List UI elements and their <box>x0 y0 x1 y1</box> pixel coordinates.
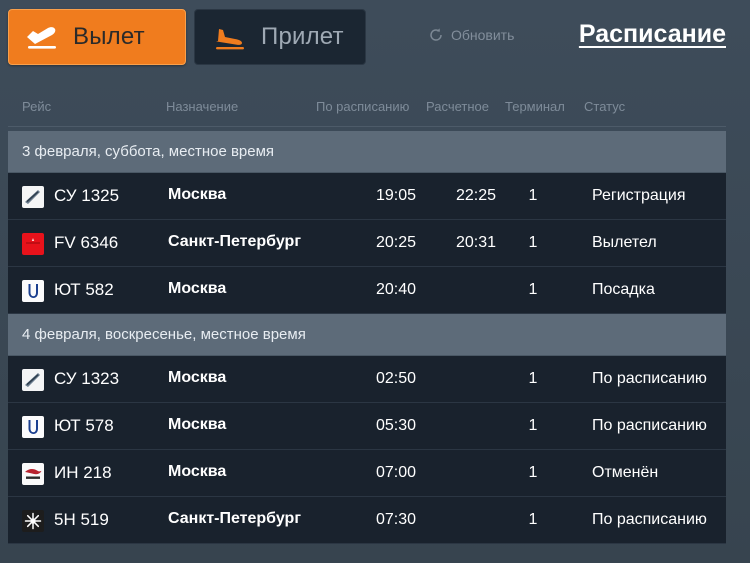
rossiya-logo <box>22 233 44 255</box>
date-group-label: 3 февраля, суббота, местное время <box>22 143 275 160</box>
column-header-flight: Рейс <box>22 99 52 114</box>
plane-arrival-icon <box>216 29 244 50</box>
flight-number: СУ 1323 <box>54 369 120 388</box>
flight-destination: Москва <box>168 280 227 297</box>
refresh-label: Обновить <box>451 27 515 43</box>
flight-scheduled-time: 05:30 <box>375 417 416 434</box>
flight-status: По расписанию <box>592 370 707 387</box>
flight-terminal: 1 <box>528 281 538 298</box>
column-header-scheduled: По расписанию <box>316 99 410 114</box>
flight-destination: Санкт-Петербург <box>168 510 301 527</box>
flight-terminal: 1 <box>528 234 538 251</box>
flight-status: Отменён <box>592 464 659 481</box>
column-header-estimated: Расчетное <box>426 99 489 114</box>
table-row[interactable]: СУ 1323 Москва 02:50 1 По расписанию <box>8 356 726 403</box>
column-headers: Рейс Назначение По расписанию Расчетное … <box>8 96 726 127</box>
tab-departures[interactable]: Вылет <box>8 9 186 65</box>
flight-terminal: 1 <box>528 370 538 387</box>
flight-status: По расписанию <box>592 417 707 434</box>
flight-terminal: 1 <box>528 511 538 528</box>
flight-destination: Москва <box>168 416 227 433</box>
table-row[interactable]: ИН 218 Москва 07:00 1 Отменён <box>8 450 726 497</box>
table-row[interactable]: ЮТ 582 Москва 20:40 1 Посадка <box>8 267 726 314</box>
table-row[interactable]: СУ 1325 Москва 19:05 22:25 1 Регистрация <box>8 173 726 220</box>
flight-table: 3 февраля, суббота, местное время СУ 1325… <box>8 131 726 544</box>
flight-number: ЮТ 578 <box>54 416 114 435</box>
flight-status: Регистрация <box>592 187 686 204</box>
table-row[interactable]: FV 6346 Санкт-Петербург 20:25 20:31 1 Вылетел <box>8 220 726 267</box>
table-row[interactable]: 5Н 519 Санкт-Петербург 07:30 1 По расписанию <box>8 497 726 544</box>
nordavia-logo <box>22 510 44 532</box>
flight-terminal: 1 <box>528 187 538 204</box>
schedule-link[interactable]: Расписание <box>579 20 726 49</box>
column-header-status: Статус <box>584 99 626 114</box>
flight-estimated-time: 20:31 <box>455 234 496 251</box>
refresh-button[interactable]: Обновить <box>428 27 514 43</box>
flight-destination: Москва <box>168 186 227 203</box>
flight-number: СУ 1325 <box>54 186 120 205</box>
date-group-header: 3 февраля, суббота, местное время <box>8 131 726 173</box>
flight-number: ИН 218 <box>54 463 112 482</box>
flight-number: 5Н 519 <box>54 510 109 529</box>
date-group-label: 4 февраля, воскресенье, местное время <box>22 326 306 343</box>
table-row[interactable]: ЮТ 578 Москва 05:30 1 По расписанию <box>8 403 726 450</box>
column-header-terminal: Терминал <box>505 99 565 114</box>
column-header-destination: Назначение <box>166 99 239 114</box>
flight-terminal: 1 <box>528 417 538 434</box>
aeroflot-logo <box>22 186 44 208</box>
flight-status: Посадка <box>592 281 655 298</box>
flight-scheduled-time: 19:05 <box>375 187 416 204</box>
plane-departure-icon <box>27 27 56 49</box>
flight-scheduled-time: 20:40 <box>375 281 416 298</box>
date-group-header: 4 февраля, воскресенье, местное время <box>8 314 726 356</box>
refresh-icon <box>430 28 442 41</box>
flight-number: ЮТ 582 <box>54 280 114 299</box>
flight-destination: Санкт-Петербург <box>168 233 301 250</box>
flight-destination: Москва <box>168 463 227 480</box>
flight-terminal: 1 <box>528 464 538 481</box>
utair-logo <box>22 416 44 438</box>
flight-status: Вылетел <box>592 234 657 251</box>
flight-estimated-time: 22:25 <box>455 187 496 204</box>
tab-arrivals[interactable]: Прилет <box>194 9 366 65</box>
tab-arrivals-label: Прилет <box>261 23 344 50</box>
flight-scheduled-time: 20:25 <box>375 234 416 251</box>
tab-departures-label: Вылет <box>73 23 145 50</box>
utair-logo <box>22 280 44 302</box>
flight-scheduled-time: 02:50 <box>375 370 416 387</box>
flight-scheduled-time: 07:30 <box>375 511 416 528</box>
flight-status: По расписанию <box>592 511 707 528</box>
flight-scheduled-time: 07:00 <box>375 464 416 481</box>
flight-number: FV 6346 <box>54 233 119 252</box>
flight-destination: Москва <box>168 369 227 386</box>
nordwind-logo <box>22 463 44 485</box>
aeroflot-logo <box>22 369 44 391</box>
board-header: Вылет Прилет Обновить Расписание <box>0 0 750 86</box>
flight-board: Вылет Прилет Обновить Расписание Рейс На… <box>0 0 750 563</box>
